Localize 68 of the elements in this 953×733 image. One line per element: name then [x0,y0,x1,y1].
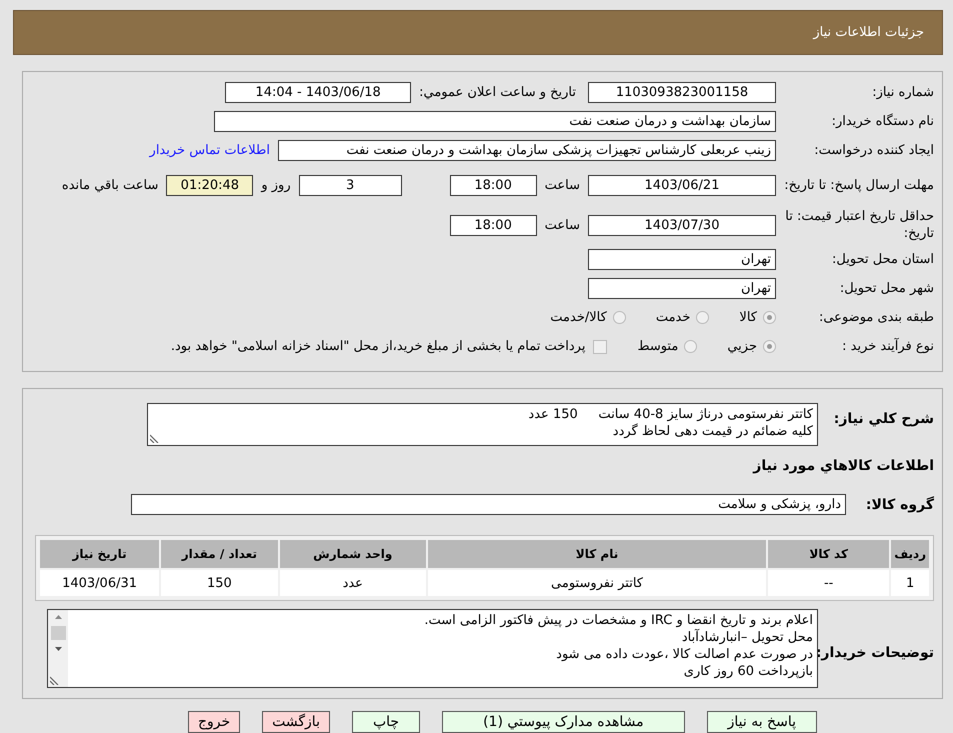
field-label: توضیحات خریدار: [818,644,934,660]
action-button[interactable]: پاسخ به نیاز [706,711,817,733]
option-label: کالا/خدمت [550,310,607,325]
value-field: زینب عربعلی کارشناس تجهیزات پزشکی سازمان بهداشت و درمان صنعت نفت [278,140,776,161]
summary-field[interactable]: کاتتر نفرستومی درناژ سایز 8-40 سانت 150 عدد کلیه ضمائم در قیمت دهی لحاظ گردد [147,403,818,446]
field-label: تاریخ و ساعت اعلان عمومي: [419,85,576,100]
field-label: شماره نیاز: [871,84,934,101]
value-field: 18:00 [450,174,537,196]
table-cell: 1403/06/31 [40,570,160,596]
action-button[interactable]: خروج [188,711,240,733]
field-label: شرح کلي نياز: [832,410,934,427]
scroll-thumb[interactable] [50,626,66,640]
option-label: جزيي [727,339,757,354]
column-header: تعداد / مقدار [161,540,278,568]
option-label: متوسط [637,339,678,354]
table-cell: 1 [891,570,929,596]
field-label: حداقل تاریخ اعتبار قیمت: تا تاریخ: [784,208,934,242]
table-cell: کاتتر نفروستومی [428,570,766,596]
value-field: دارو، پزشکی و سلامت [131,494,846,515]
field-label: ساعت باقي مانده [62,178,158,192]
value-field: 3 [298,174,402,196]
table-cell: -- [768,570,890,596]
checkbox-label: پرداخت تمام یا بخشی از مبلغ خرید،از محل "اسناد خزانه اسلامی" خواهد بود. [170,339,586,354]
column-header: نام کالا [428,540,766,568]
value-field: 1403/07/30 [588,214,776,236]
field-label: شهر محل تحویل: [838,280,934,297]
section-title: اطلاعات کالاهاي مورد نياز [752,458,934,474]
value-field: 18:00 [450,214,537,236]
value-field: تهران [588,278,776,299]
field-label: ساعت [544,218,580,232]
action-button[interactable]: مشاهده مدارک پیوستي (1) [442,711,685,733]
column-header: کد کالا [768,540,890,568]
radio-button[interactable] [763,340,776,353]
value-field: 1403/06/18 - 14:04 [225,82,412,103]
field-label: ساعت [544,178,580,192]
field-label: نام دستگاه خریدار: [830,113,934,130]
field-label: روز و [261,178,291,192]
action-button[interactable]: بازگشت [262,711,330,733]
field-label: مهلت ارسال پاسخ: تا تاریخ: [783,176,934,194]
field-label: گروه کالا: [864,496,934,512]
table-cell: 150 [161,570,278,596]
value-field: 1103093823001158 [588,82,776,103]
option-label: خدمت [656,310,690,325]
radio-button[interactable] [696,311,710,324]
column-header: ردیف [891,540,929,568]
value-field: 1403/06/21 [588,174,776,196]
radio-button[interactable] [612,311,626,324]
option-label: کالا [739,310,757,325]
countdown-field: 01:20:48 [166,174,254,196]
checkbox[interactable] [593,340,608,354]
field-label: ایجاد کننده درخواست: [813,142,934,159]
scrollbar[interactable] [48,610,68,687]
field-label: نوع فرآیند خرید : [841,338,934,355]
field-label: استان محل تحویل: [831,251,934,268]
table-cell: عدد [280,570,426,596]
notes-field[interactable]: اعلام برند و تاریخ انقضا و IRC و مشخصات در پیش فاکتور الزامی است. محل تحویل –انبارشادآباد در صورت عدم اصالت کالا ،عودت داده می شود بازپرداخت 60 روز کاری [47,609,818,688]
action-button[interactable]: چاپ [352,711,420,733]
radio-button[interactable] [684,340,698,353]
column-header: تاریخ نیاز [40,540,160,568]
resize-grip-icon[interactable] [50,676,59,685]
value-field: تهران [588,249,776,270]
column-header: واحد شمارش [280,540,426,568]
value-field: سازمان بهداشت و درمان صنعت نفت [214,111,776,132]
field-label: طبقه بندی موضوعی: [818,309,934,326]
contact-link[interactable]: اطلاعات تماس خریدار [150,143,270,158]
radio-button[interactable] [763,311,776,324]
resize-grip-icon[interactable] [150,434,159,443]
page-title: جزئیات اطلاعات نیاز [813,25,924,40]
